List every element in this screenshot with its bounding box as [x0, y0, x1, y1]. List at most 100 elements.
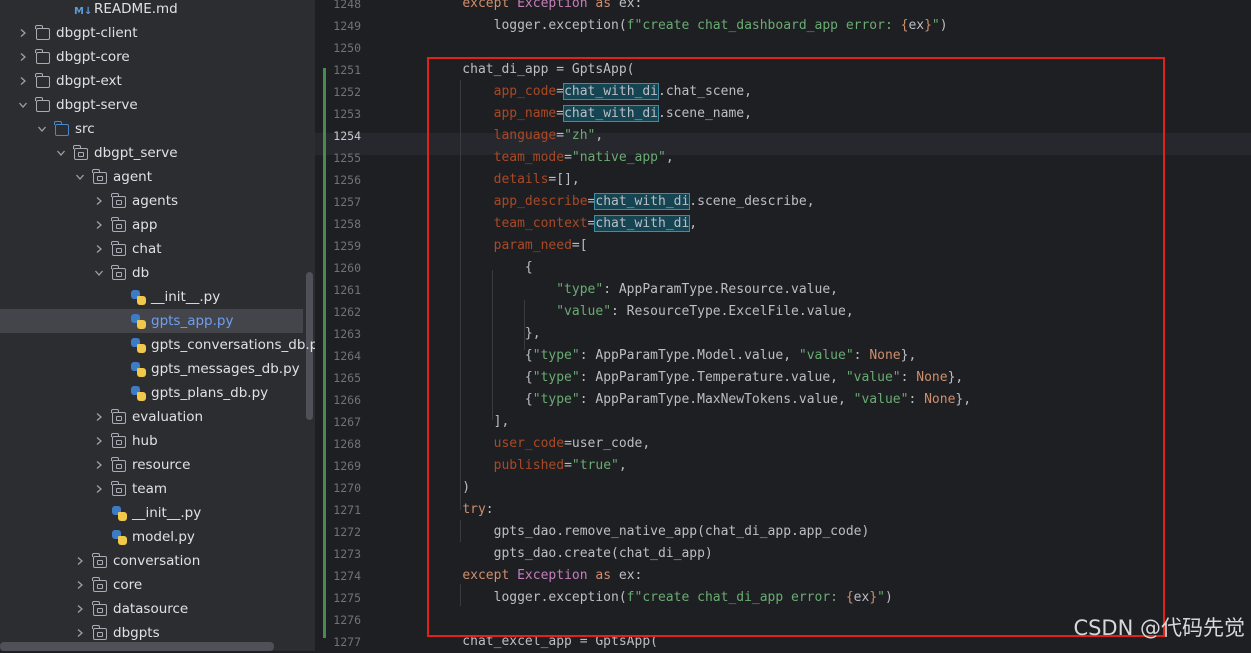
- tree-item[interactable]: M↓ README.md: [0, 0, 315, 21]
- tree-item[interactable]: chat: [0, 237, 315, 261]
- tree-item[interactable]: gpts_plans_db.py: [0, 381, 315, 405]
- tree-item-label: gpts_app.py: [151, 313, 234, 329]
- line-number: 1273: [333, 547, 361, 561]
- tree-item-label: team: [132, 481, 168, 497]
- tree-item[interactable]: datasource: [0, 597, 315, 621]
- line-number: 1255: [333, 151, 361, 165]
- line-number: 1250: [333, 41, 361, 55]
- tree-item[interactable]: db: [0, 261, 315, 285]
- chevron-right-icon[interactable]: [75, 604, 89, 614]
- watermark: CSDN @代码先觉: [1073, 616, 1245, 640]
- project-sidebar: M↓ README.md dbgpt-client dbgpt-core dbgpt-e…: [0, 0, 315, 651]
- code-token: f"create chat_dashboard_app error:: [626, 18, 901, 33]
- chevron-right-icon[interactable]: [94, 436, 108, 446]
- chevron-right-icon[interactable]: [94, 244, 108, 254]
- tree-item[interactable]: app: [0, 213, 315, 237]
- folder-icon: [35, 97, 52, 112]
- tree-item-label: resource: [132, 457, 191, 473]
- tree-item[interactable]: agent: [0, 165, 315, 189]
- line-number: 1252: [333, 85, 361, 99]
- tree-item-label: model.py: [132, 529, 195, 545]
- tree-item-label: dbgpt-serve: [56, 97, 138, 113]
- source-folder-icon: [54, 121, 71, 136]
- line-number: 1256: [333, 173, 361, 187]
- tree-item[interactable]: hub: [0, 429, 315, 453]
- tree-item[interactable]: dbgpt-ext: [0, 69, 315, 93]
- tree-item[interactable]: team: [0, 477, 315, 501]
- line-number: 1270: [333, 481, 361, 495]
- tree-item-label: evaluation: [132, 409, 204, 425]
- line-number: 1269: [333, 459, 361, 473]
- line-number: 1263: [333, 327, 361, 341]
- code-token: ex: [908, 18, 925, 33]
- python-file-icon: [112, 506, 128, 521]
- package-folder-icon: [111, 481, 128, 496]
- tree-item[interactable]: dbgpt_serve: [0, 141, 315, 165]
- package-folder-icon: [92, 553, 109, 568]
- tree-item-label: dbgpt-core: [56, 49, 130, 65]
- line-number: 1268: [333, 437, 361, 451]
- tree-item-label: datasource: [113, 601, 189, 617]
- folder-icon: [35, 25, 52, 40]
- chevron-right-icon[interactable]: [94, 196, 108, 206]
- package-folder-icon: [73, 145, 90, 160]
- tree-item[interactable]: dbgpt-client: [0, 21, 315, 45]
- tree-item[interactable]: resource: [0, 453, 315, 477]
- code-token: logger.exception(: [431, 18, 627, 33]
- chevron-right-icon[interactable]: [75, 556, 89, 566]
- tree-item-label: gpts_conversations_db.py: [151, 337, 315, 353]
- chevron-right-icon[interactable]: [75, 580, 89, 590]
- chevron-right-icon[interactable]: [18, 76, 32, 86]
- line-number: 1261: [333, 283, 361, 297]
- tree-item[interactable]: gpts_app.py: [0, 309, 303, 333]
- line-number: 1275: [333, 591, 361, 605]
- python-file-icon: [131, 386, 147, 401]
- tree-item[interactable]: evaluation: [0, 405, 315, 429]
- python-file-icon: [131, 314, 147, 329]
- tree-item-label: dbgpt-ext: [56, 73, 122, 89]
- chevron-down-icon[interactable]: [18, 100, 32, 110]
- tree-item-label: gpts_plans_db.py: [151, 385, 269, 401]
- chevron-right-icon[interactable]: [94, 484, 108, 494]
- chevron-down-icon[interactable]: [37, 124, 51, 134]
- chevron-right-icon[interactable]: [18, 28, 32, 38]
- tree-item-label: dbgpts: [113, 625, 160, 641]
- chevron-right-icon[interactable]: [94, 220, 108, 230]
- tree-item[interactable]: agents: [0, 189, 315, 213]
- package-folder-icon: [111, 265, 128, 280]
- line-number: 1276: [333, 613, 361, 627]
- chevron-right-icon[interactable]: [75, 628, 89, 638]
- python-file-icon: [131, 338, 147, 353]
- tree-item[interactable]: model.py: [0, 525, 315, 549]
- tree-item[interactable]: __init__.py: [0, 285, 315, 309]
- tree-item[interactable]: dbgpt-core: [0, 45, 315, 69]
- chevron-right-icon[interactable]: [94, 460, 108, 470]
- tree-item[interactable]: gpts_conversations_db.py: [0, 333, 315, 357]
- package-folder-icon: [92, 169, 109, 184]
- tree-item[interactable]: conversation: [0, 549, 315, 573]
- tree-item[interactable]: dbgpts: [0, 621, 315, 645]
- line-number: 1258: [333, 217, 361, 231]
- code-line: logger.exception(f"create chat_dashboard…: [431, 15, 948, 37]
- tree-item-label: __init__.py: [151, 289, 221, 305]
- chevron-down-icon[interactable]: [94, 268, 108, 278]
- tree-item[interactable]: src: [0, 117, 315, 141]
- tree-item-label: dbgpt-client: [56, 25, 138, 41]
- tree-item[interactable]: __init__.py: [0, 501, 315, 525]
- tree-item-label: dbgpt_serve: [94, 145, 178, 161]
- tree-item[interactable]: gpts_messages_db.py: [0, 357, 315, 381]
- line-number: 1267: [333, 415, 361, 429]
- line-number: 1257: [333, 195, 361, 209]
- chevron-right-icon[interactable]: [18, 52, 32, 62]
- tree-item[interactable]: dbgpt-serve: [0, 93, 315, 117]
- code-token: ": [931, 18, 940, 33]
- line-number: 1272: [333, 525, 361, 539]
- chevron-down-icon[interactable]: [56, 148, 70, 158]
- line-number: 1259: [333, 239, 361, 253]
- chevron-right-icon[interactable]: [94, 412, 108, 422]
- package-folder-icon: [92, 577, 109, 592]
- code-token: as: [587, 0, 619, 11]
- chevron-down-icon[interactable]: [75, 172, 89, 182]
- tree-item[interactable]: core: [0, 573, 315, 597]
